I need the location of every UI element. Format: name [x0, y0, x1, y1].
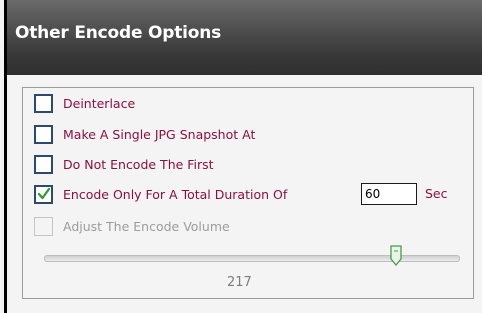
- jpg-snapshot-checkbox[interactable]: [34, 124, 53, 144]
- deinterlace-label: Deinterlace: [63, 95, 136, 111]
- duration-input[interactable]: [361, 183, 417, 205]
- option-total-duration[interactable]: Encode Only For A Total Duration Of: [34, 182, 287, 206]
- encode-options-window: Other Encode Options Deinterlace Make A …: [0, 0, 482, 313]
- skip-first-label: Do Not Encode The First: [63, 156, 214, 172]
- slider-thumb-icon[interactable]: [389, 245, 403, 267]
- volume-value-label: 217: [227, 275, 252, 290]
- panel-header: Other Encode Options: [7, 0, 482, 75]
- adjust-volume-checkbox[interactable]: [34, 216, 53, 236]
- deinterlace-checkbox[interactable]: [34, 93, 53, 113]
- duration-unit-label: Sec: [425, 186, 448, 201]
- total-duration-checkbox[interactable]: [34, 184, 53, 204]
- skip-first-checkbox[interactable]: [34, 154, 53, 174]
- option-adjust-volume[interactable]: Adjust The Encode Volume: [34, 214, 230, 238]
- jpg-snapshot-label: Make A Single JPG Snapshot At: [63, 126, 256, 142]
- panel-title: Other Encode Options: [15, 23, 222, 43]
- option-deinterlace[interactable]: Deinterlace: [34, 91, 135, 115]
- adjust-volume-label: Adjust The Encode Volume: [63, 218, 230, 234]
- total-duration-label: Encode Only For A Total Duration Of: [63, 186, 288, 202]
- option-skip-first[interactable]: Do Not Encode The First: [34, 152, 214, 176]
- checkmark-icon: [38, 187, 50, 199]
- option-jpg-snapshot[interactable]: Make A Single JPG Snapshot At: [34, 122, 255, 146]
